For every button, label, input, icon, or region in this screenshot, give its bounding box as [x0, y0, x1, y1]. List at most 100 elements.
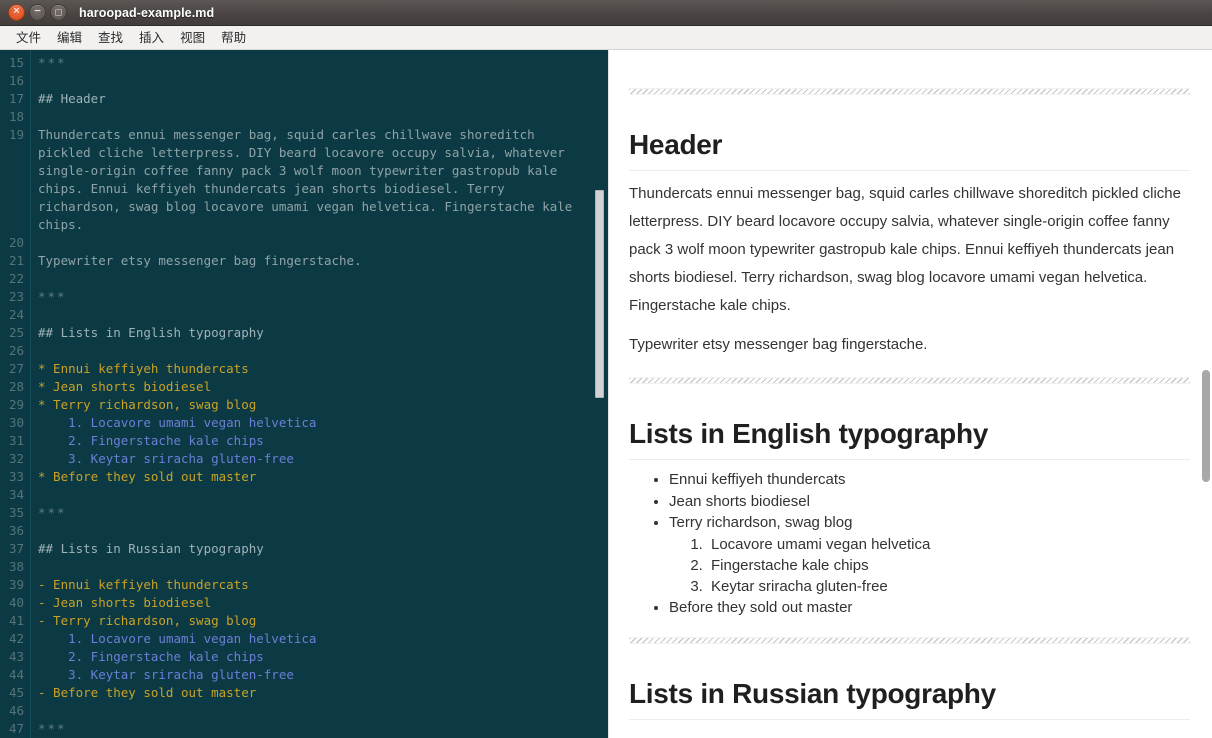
horizontal-rule: [629, 88, 1190, 95]
minimize-button[interactable]: −: [29, 4, 46, 21]
editor-line-text: * Ennui keffiyeh thundercats: [30, 360, 608, 378]
maximize-icon: □: [55, 8, 63, 16]
title-bar: ✕ − □ haroopad-example.md: [0, 0, 1212, 26]
menu-item-4[interactable]: 视图: [172, 26, 213, 49]
editor-line-text: - Before they sold out master: [30, 684, 608, 702]
menu-item-5[interactable]: 帮助: [213, 26, 254, 49]
preview-english-list: Ennui keffiyeh thundercatsJean shorts bi…: [629, 469, 1190, 619]
editor-line-text: [30, 342, 608, 360]
list-item: Terry richardson, swag blog: [669, 512, 1190, 534]
editor-line[interactable]: 15***: [0, 54, 608, 72]
editor-line[interactable]: 24: [0, 306, 608, 324]
editor-line[interactable]: 34: [0, 486, 608, 504]
editor-line[interactable]: 16: [0, 72, 608, 90]
editor-line[interactable]: 18: [0, 108, 608, 126]
editor-line[interactable]: 33* Before they sold out master: [0, 468, 608, 486]
editor-line-text: [30, 558, 608, 576]
editor-line-text: [30, 486, 608, 504]
menu-item-1[interactable]: 编辑: [49, 26, 90, 49]
line-number: 15: [0, 54, 30, 72]
editor-line[interactable]: 43 2. Fingerstache kale chips: [0, 648, 608, 666]
editor-line[interactable]: 46: [0, 702, 608, 720]
nested-list-holder: Locavore umami vegan helveticaFingerstac…: [663, 534, 1190, 598]
editor-line[interactable]: 30 1. Locavore umami vegan helvetica: [0, 414, 608, 432]
line-number: 31: [0, 432, 30, 450]
preview-heading-header: Header: [629, 129, 1190, 171]
line-number: 28: [0, 378, 30, 396]
menu-bar: 文件编辑查找插入视图帮助: [0, 26, 1212, 50]
menu-item-0[interactable]: 文件: [8, 26, 49, 49]
line-number: 22: [0, 270, 30, 288]
editor-line-text: [30, 234, 608, 252]
line-number: 35: [0, 504, 30, 522]
maximize-button[interactable]: □: [50, 4, 67, 21]
editor-line-text: * Jean shorts biodiesel: [30, 378, 608, 396]
editor-line-text: [30, 108, 608, 126]
editor-preview-split: 15***16 17## Header18 19Thundercats ennu…: [0, 50, 1212, 738]
line-number: 23: [0, 288, 30, 306]
list-item: Jean shorts biodiesel: [669, 491, 1190, 513]
editor-line-text: 3. Keytar sriracha gluten-free: [30, 450, 608, 468]
line-number: 20: [0, 234, 30, 252]
list-item: Before they sold out master: [669, 597, 1190, 619]
editor-line-text: - Ennui keffiyeh thundercats: [30, 576, 608, 594]
editor-line[interactable]: 39- Ennui keffiyeh thundercats: [0, 576, 608, 594]
preview-paragraph-1: Thundercats ennui messenger bag, squid c…: [629, 180, 1190, 320]
editor-line-text: ***: [30, 720, 608, 738]
editor-line[interactable]: 41- Terry richardson, swag blog: [0, 612, 608, 630]
editor-line[interactable]: 27* Ennui keffiyeh thundercats: [0, 360, 608, 378]
editor-line[interactable]: 32 3. Keytar sriracha gluten-free: [0, 450, 608, 468]
editor-line[interactable]: 45- Before they sold out master: [0, 684, 608, 702]
editor-line[interactable]: 37## Lists in Russian typography: [0, 540, 608, 558]
line-number: 46: [0, 702, 30, 720]
menu-item-3[interactable]: 插入: [131, 26, 172, 49]
editor-line[interactable]: 36: [0, 522, 608, 540]
line-number: 29: [0, 396, 30, 414]
editor-line-text: Thundercats ennui messenger bag, squid c…: [30, 126, 608, 234]
line-number: 32: [0, 450, 30, 468]
editor-line[interactable]: 38: [0, 558, 608, 576]
editor-line-text: Typewriter etsy messenger bag fingerstac…: [30, 252, 608, 270]
line-number: 38: [0, 558, 30, 576]
editor-line[interactable]: 23***: [0, 288, 608, 306]
close-button[interactable]: ✕: [8, 4, 25, 21]
editor-line-text: 2. Fingerstache kale chips: [30, 648, 608, 666]
list-item: Ennui keffiyeh thundercats: [669, 469, 1190, 491]
editor-line[interactable]: 22: [0, 270, 608, 288]
markdown-editor[interactable]: 15***16 17## Header18 19Thundercats ennu…: [0, 50, 608, 738]
line-number: 40: [0, 594, 30, 612]
editor-line[interactable]: 21Typewriter etsy messenger bag fingerst…: [0, 252, 608, 270]
line-number: 34: [0, 486, 30, 504]
line-number: 18: [0, 108, 30, 126]
editor-line[interactable]: 47***: [0, 720, 608, 738]
editor-line-text: ## Header: [30, 90, 608, 108]
preview-paragraph-2: Typewriter etsy messenger bag fingerstac…: [629, 331, 1190, 359]
editor-line[interactable]: 31 2. Fingerstache kale chips: [0, 432, 608, 450]
line-number: 37: [0, 540, 30, 558]
line-number: 24: [0, 306, 30, 324]
editor-line[interactable]: 40- Jean shorts biodiesel: [0, 594, 608, 612]
menu-item-2[interactable]: 查找: [90, 26, 131, 49]
editor-line-text: [30, 72, 608, 90]
editor-line[interactable]: 44 3. Keytar sriracha gluten-free: [0, 666, 608, 684]
editor-scrollbar-thumb[interactable]: [595, 190, 604, 398]
editor-line[interactable]: 26: [0, 342, 608, 360]
editor-line[interactable]: 20: [0, 234, 608, 252]
editor-line-text: - Jean shorts biodiesel: [30, 594, 608, 612]
line-number: 45: [0, 684, 30, 702]
line-number: 21: [0, 252, 30, 270]
editor-line[interactable]: 19Thundercats ennui messenger bag, squid…: [0, 126, 608, 234]
editor-line[interactable]: 35***: [0, 504, 608, 522]
haroopad-window: ✕ − □ haroopad-example.md 文件编辑查找插入视图帮助 1…: [0, 0, 1212, 738]
editor-line[interactable]: 29* Terry richardson, swag blog: [0, 396, 608, 414]
editor-line[interactable]: 25## Lists in English typography: [0, 324, 608, 342]
editor-line[interactable]: 28* Jean shorts biodiesel: [0, 378, 608, 396]
line-number: 27: [0, 360, 30, 378]
editor-line[interactable]: 42 1. Locavore umami vegan helvetica: [0, 630, 608, 648]
editor-line[interactable]: 17## Header: [0, 90, 608, 108]
minimize-icon: −: [34, 8, 42, 17]
preview-heading-english: Lists in English typography: [629, 418, 1190, 460]
line-number: 41: [0, 612, 30, 630]
preview-scrollbar-thumb[interactable]: [1202, 370, 1210, 482]
editor-line-text: ***: [30, 504, 608, 522]
